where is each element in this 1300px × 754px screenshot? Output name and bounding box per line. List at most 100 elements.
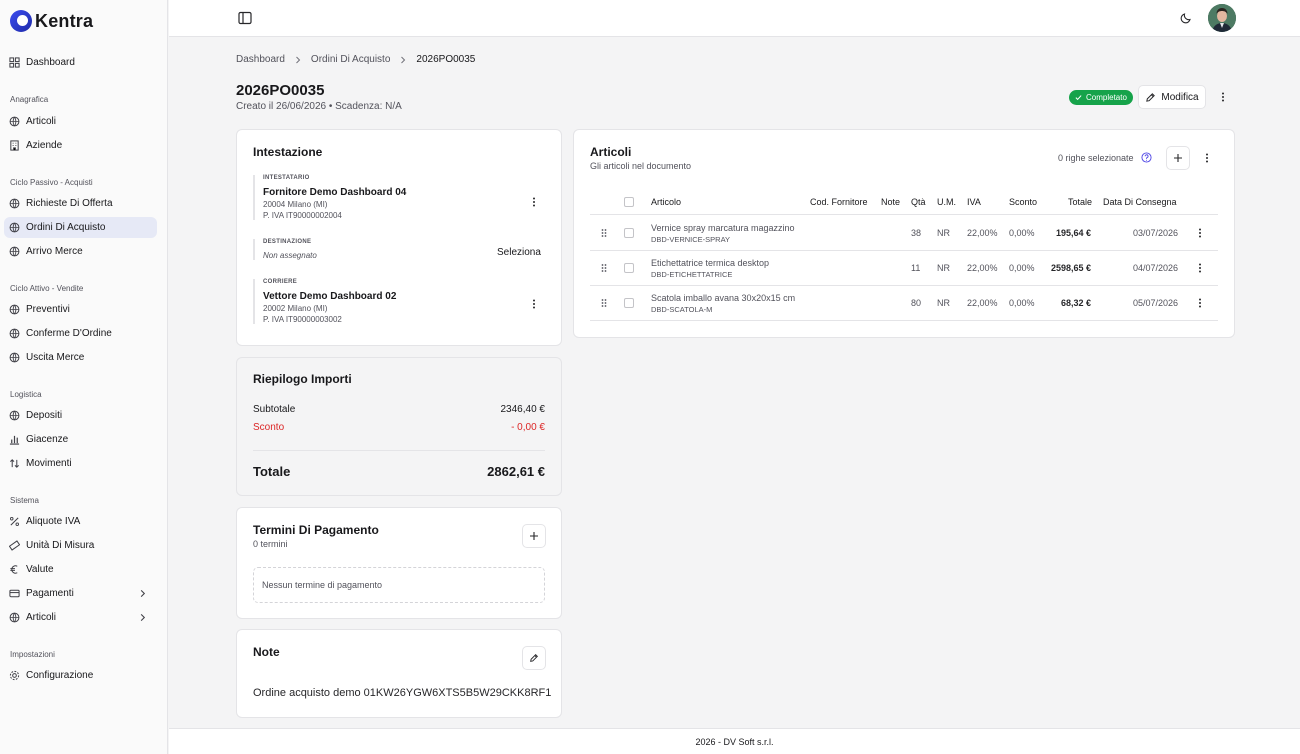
more-vertical-icon[interactable] bbox=[1194, 297, 1206, 309]
sidebar-item-dashboard[interactable]: Dashboard bbox=[4, 52, 157, 73]
termini-count: 0 termini bbox=[253, 539, 288, 549]
user-avatar[interactable] bbox=[1208, 4, 1236, 32]
col-totale[interactable]: Totale bbox=[1068, 197, 1092, 207]
col-note[interactable]: Note bbox=[881, 197, 900, 207]
sidebar-item-label: Richieste Di Offerta bbox=[26, 198, 113, 209]
sconto-value: - 0,00 € bbox=[511, 422, 545, 433]
building-icon bbox=[10, 140, 19, 151]
row-qta: 80 bbox=[911, 298, 922, 308]
sidebar-item-unita-misura[interactable]: Unità Di Misura bbox=[4, 535, 157, 556]
edit-note-button[interactable] bbox=[522, 646, 546, 670]
breadcrumb-ordini[interactable]: Ordini Di Acquisto bbox=[311, 54, 390, 65]
sidebar-item-arrivo-merce[interactable]: Arrivo Merce bbox=[4, 241, 157, 262]
more-vertical-icon[interactable] bbox=[528, 196, 540, 208]
globe-icon bbox=[9, 246, 20, 257]
sidebar-item-label: Dashboard bbox=[26, 57, 75, 68]
totale-value: 2862,61 € bbox=[487, 464, 545, 479]
table-row[interactable]: Scatola imballo avana 30x20x15 cm DBD-SC… bbox=[590, 286, 1218, 321]
sidebar-item-label: Valute bbox=[26, 564, 54, 575]
intestatario-name: Fornitore Demo Dashboard 04 bbox=[263, 187, 407, 198]
globe-icon bbox=[9, 352, 20, 363]
articoli-subtitle: Gli articoli nel documento bbox=[590, 161, 692, 171]
sidebar-item-conferme-ordine[interactable]: Conferme D'Ordine bbox=[4, 323, 157, 344]
row-description: Scatola imballo avana 30x20x15 cm bbox=[651, 293, 796, 303]
sidebar-item-richieste-offerta[interactable]: Richieste Di Offerta bbox=[4, 193, 157, 214]
edit-button[interactable]: Modifica bbox=[1138, 85, 1206, 109]
sidebar-item-movimenti[interactable]: Movimenti bbox=[4, 453, 157, 474]
corriere-block: CORRIERE Vettore Demo Dashboard 02 20002… bbox=[253, 279, 396, 324]
more-vertical-icon[interactable] bbox=[1194, 227, 1206, 239]
row-iva: 22,00% bbox=[967, 228, 998, 238]
col-data-consegna[interactable]: Data Di Consegna bbox=[1103, 197, 1177, 207]
sidebar: Kentra Dashboard Anagrafica Articoli Azi… bbox=[0, 0, 168, 754]
row-sconto: 0,00% bbox=[1009, 228, 1035, 238]
sidebar-item-label: Giacenze bbox=[26, 434, 69, 445]
more-vertical-icon[interactable] bbox=[528, 298, 540, 310]
breadcrumb-current: 2026PO0035 bbox=[416, 54, 476, 65]
sidebar-item-preventivi[interactable]: Preventivi bbox=[4, 299, 157, 320]
drag-handle-icon[interactable] bbox=[600, 228, 608, 238]
col-qta[interactable]: Qtà bbox=[911, 197, 926, 207]
sidebar-item-depositi[interactable]: Depositi bbox=[4, 405, 157, 426]
more-vertical-icon[interactable] bbox=[1201, 152, 1213, 164]
col-articolo[interactable]: Articolo bbox=[651, 197, 681, 207]
subtotale-label: Subtotale bbox=[253, 404, 296, 415]
row-checkbox[interactable] bbox=[624, 298, 634, 308]
row-checkbox[interactable] bbox=[624, 263, 634, 273]
globe-icon bbox=[9, 612, 20, 623]
topbar bbox=[169, 0, 1300, 37]
drag-handle-icon[interactable] bbox=[600, 263, 608, 273]
sidebar-item-uscita-merce[interactable]: Uscita Merce bbox=[4, 347, 157, 368]
app-logo[interactable]: Kentra bbox=[10, 10, 93, 32]
drag-handle-icon[interactable] bbox=[600, 298, 608, 308]
sidebar-item-ordini-acquisto[interactable]: Ordini Di Acquisto bbox=[4, 217, 157, 238]
sidebar-item-configurazione[interactable]: Configurazione bbox=[4, 665, 157, 686]
riepilogo-card: Riepilogo Importi Subtotale 2346,40 € Sc… bbox=[236, 357, 562, 496]
add-article-button[interactable] bbox=[1166, 146, 1190, 170]
moon-icon[interactable] bbox=[1180, 12, 1192, 24]
table-row[interactable]: Etichettatrice termica desktop DBD-ETICH… bbox=[590, 251, 1218, 286]
gear-icon bbox=[9, 670, 20, 681]
col-iva[interactable]: IVA bbox=[967, 197, 981, 207]
add-termine-button[interactable] bbox=[522, 524, 546, 548]
sidebar-item-aliquote-iva[interactable]: Aliquote IVA bbox=[4, 511, 157, 532]
seleziona-button[interactable]: Seleziona bbox=[497, 247, 541, 258]
sidebar-item-aziende[interactable]: Aziende bbox=[4, 135, 157, 156]
note-card: Note Ordine acquisto demo 01KW26YGW6XTS5… bbox=[236, 629, 562, 718]
plus-icon bbox=[530, 532, 538, 540]
sidebar-item-articoli-sistema[interactable]: Articoli bbox=[4, 607, 157, 628]
divider bbox=[253, 450, 545, 451]
sidebar-item-pagamenti[interactable]: Pagamenti bbox=[4, 583, 157, 604]
more-vertical-icon[interactable] bbox=[1194, 262, 1206, 274]
sidebar-item-articoli[interactable]: Articoli bbox=[4, 111, 157, 132]
col-um[interactable]: U.M. bbox=[937, 197, 956, 207]
col-cod-fornitore[interactable]: Cod. Fornitore bbox=[810, 197, 868, 207]
section-impostazioni: Impostazioni bbox=[10, 650, 55, 659]
globe-icon bbox=[9, 410, 20, 421]
sidebar-item-giacenze[interactable]: Giacenze bbox=[4, 429, 157, 450]
table-row[interactable]: Vernice spray marcatura magazzino DBD-VE… bbox=[590, 216, 1218, 251]
row-um: NR bbox=[937, 263, 950, 273]
section-ciclo-passivo: Ciclo Passivo - Acquisti bbox=[10, 178, 93, 187]
select-all-checkbox[interactable] bbox=[624, 197, 634, 207]
more-vertical-icon[interactable] bbox=[1217, 91, 1229, 103]
row-description: Vernice spray marcatura magazzino bbox=[651, 223, 795, 233]
status-badge: Completato bbox=[1069, 90, 1133, 105]
totale-label: Totale bbox=[253, 464, 291, 479]
col-sconto[interactable]: Sconto bbox=[1009, 197, 1037, 207]
sidebar-item-label: Pagamenti bbox=[26, 588, 74, 599]
card-title: Intestazione bbox=[253, 145, 323, 159]
card-title: Articoli bbox=[590, 145, 632, 159]
row-checkbox[interactable] bbox=[624, 228, 634, 238]
row-um: NR bbox=[937, 298, 950, 308]
sidebar-item-label: Ordini Di Acquisto bbox=[26, 222, 106, 233]
sidebar-item-valute[interactable]: Valute bbox=[4, 559, 157, 580]
credit-card-icon bbox=[9, 589, 20, 598]
sidebar-toggle-icon[interactable] bbox=[238, 11, 252, 25]
check-icon bbox=[1075, 95, 1082, 101]
breadcrumb-dashboard[interactable]: Dashboard bbox=[236, 54, 285, 65]
sconto-row: Sconto - 0,00 € bbox=[253, 422, 545, 433]
help-circle-icon[interactable] bbox=[1141, 152, 1152, 163]
row-data: 04/07/2026 bbox=[1132, 263, 1178, 273]
row-totale: 195,64 € bbox=[1055, 228, 1091, 238]
